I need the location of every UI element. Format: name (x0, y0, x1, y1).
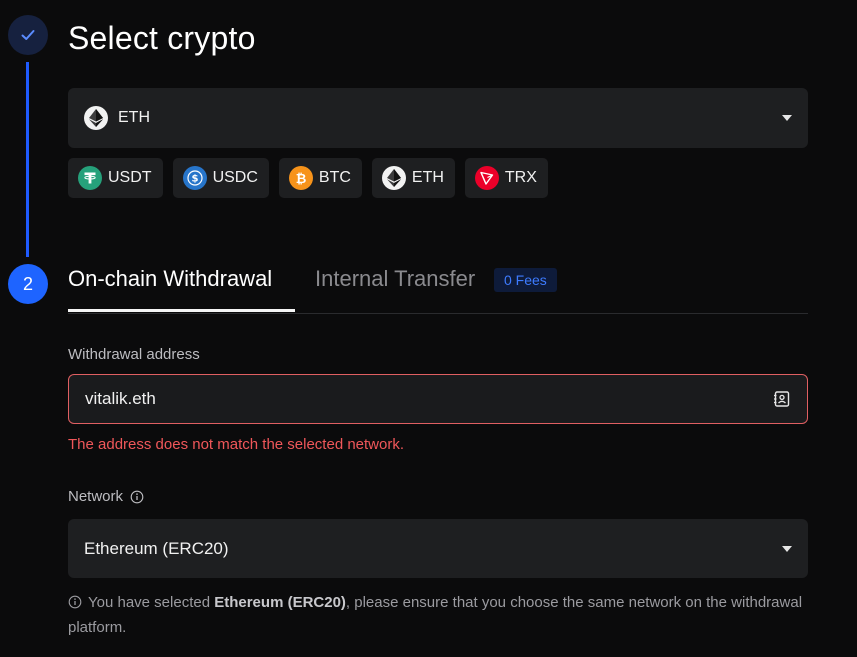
network-note-bold: Ethereum (ERC20) (214, 594, 346, 611)
network-note: You have selected Ethereum (ERC20), plea… (68, 590, 808, 640)
chip-label: BTC (318, 169, 351, 186)
address-error-message: The address does not match the selected … (68, 436, 405, 453)
network-label-row: Network (68, 488, 144, 505)
step-connector-line (26, 62, 29, 257)
crypto-dropdown[interactable]: ETH (68, 88, 808, 148)
step-2-number: 2 (22, 273, 33, 294)
info-icon (68, 595, 82, 609)
page-title: Select crypto (68, 20, 256, 56)
btc-icon: ₿ (288, 166, 313, 190)
chip-label: USDC (212, 169, 258, 186)
active-tab-indicator (68, 309, 295, 312)
chip-btc[interactable]: ₿ BTC (278, 158, 362, 198)
chip-trx[interactable]: TRX (464, 158, 548, 198)
withdrawal-address-input[interactable] (85, 389, 773, 409)
svg-text:$: $ (191, 174, 198, 185)
address-book-icon[interactable] (773, 390, 791, 408)
chip-eth[interactable]: ETH (371, 158, 455, 198)
network-dropdown[interactable]: Ethereum (ERC20) (68, 519, 808, 578)
chip-label: TRX (504, 169, 537, 186)
trx-icon (474, 166, 499, 190)
withdrawal-address-label: Withdrawal address (68, 346, 200, 363)
chip-usdc[interactable]: $ USDC (172, 158, 269, 198)
chip-usdt[interactable]: USDT (68, 158, 163, 198)
chip-label: ETH (411, 169, 444, 186)
chevron-down-icon (782, 545, 792, 552)
svg-text:₿: ₿ (296, 172, 307, 186)
crypto-dropdown-value: ETH (118, 109, 150, 126)
withdrawal-address-field[interactable] (68, 374, 808, 424)
usdc-icon: $ (182, 166, 207, 190)
eth-icon (381, 166, 406, 190)
tab-on-chain-withdrawal[interactable]: On-chain Withdrawal (68, 266, 272, 292)
usdt-icon (78, 166, 102, 190)
step-2-indicator: 2 (8, 264, 48, 304)
zero-fees-badge: 0 Fees (494, 268, 557, 292)
chevron-down-icon (782, 115, 792, 121)
check-icon (21, 30, 35, 40)
quick-crypto-chips: USDT $ USDC ₿ BTC ETH TRX (68, 158, 548, 198)
network-note-prefix: You have selected (88, 594, 215, 611)
chip-label: USDT (108, 169, 152, 186)
network-dropdown-value: Ethereum (ERC20) (84, 538, 229, 558)
network-label: Network (68, 488, 124, 505)
eth-icon (84, 106, 108, 130)
step-1-complete-indicator (8, 15, 48, 55)
info-icon[interactable] (130, 490, 144, 504)
withdrawal-tabs: On-chain Withdrawal Internal Transfer 0 … (68, 260, 808, 314)
tab-internal-transfer[interactable]: Internal Transfer (315, 266, 475, 292)
